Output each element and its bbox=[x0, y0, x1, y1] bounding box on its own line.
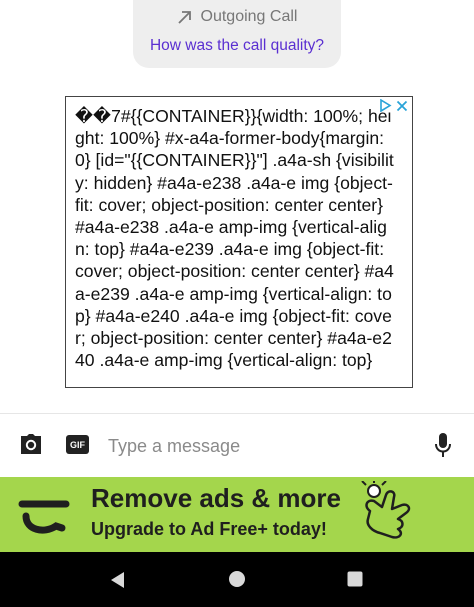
call-quality-link[interactable]: How was the call quality? bbox=[133, 37, 341, 55]
adchoices-icon[interactable] bbox=[379, 99, 392, 112]
outgoing-arrow-icon bbox=[177, 11, 191, 24]
call-status-row: Outgoing Call bbox=[133, 6, 341, 28]
remove-ads-banner[interactable]: Remove ads & more Upgrade to Ad Free+ to… bbox=[0, 477, 474, 552]
ad-raw-text: �⁣�7#{{CONTAINER}}{width: 100%; height: … bbox=[75, 106, 394, 371]
textnow-logo-icon bbox=[18, 500, 70, 534]
call-log-card: Outgoing Call How was the call quality? bbox=[133, 0, 341, 68]
recents-square-icon[interactable] bbox=[346, 570, 364, 588]
home-circle-icon[interactable] bbox=[228, 570, 246, 588]
camera-icon[interactable] bbox=[19, 433, 43, 455]
banner-title: Remove ads & more bbox=[91, 483, 341, 513]
microphone-icon[interactable] bbox=[434, 432, 452, 458]
call-status-label: Outgoing Call bbox=[200, 8, 298, 25]
system-navigation-bar bbox=[0, 552, 474, 607]
banner-subtitle: Upgrade to Ad Free+ today! bbox=[91, 519, 327, 539]
celebration-hand-icon bbox=[361, 481, 411, 539]
ad-choices-bar[interactable] bbox=[377, 99, 410, 112]
ad-container[interactable]: �⁣�7#{{CONTAINER}}{width: 100%; height: … bbox=[65, 96, 413, 388]
message-input[interactable] bbox=[106, 431, 410, 461]
gif-button[interactable]: GIF bbox=[66, 435, 89, 454]
message-composer: GIF bbox=[0, 414, 474, 476]
back-triangle-icon[interactable] bbox=[108, 570, 126, 590]
close-icon[interactable] bbox=[396, 100, 408, 112]
